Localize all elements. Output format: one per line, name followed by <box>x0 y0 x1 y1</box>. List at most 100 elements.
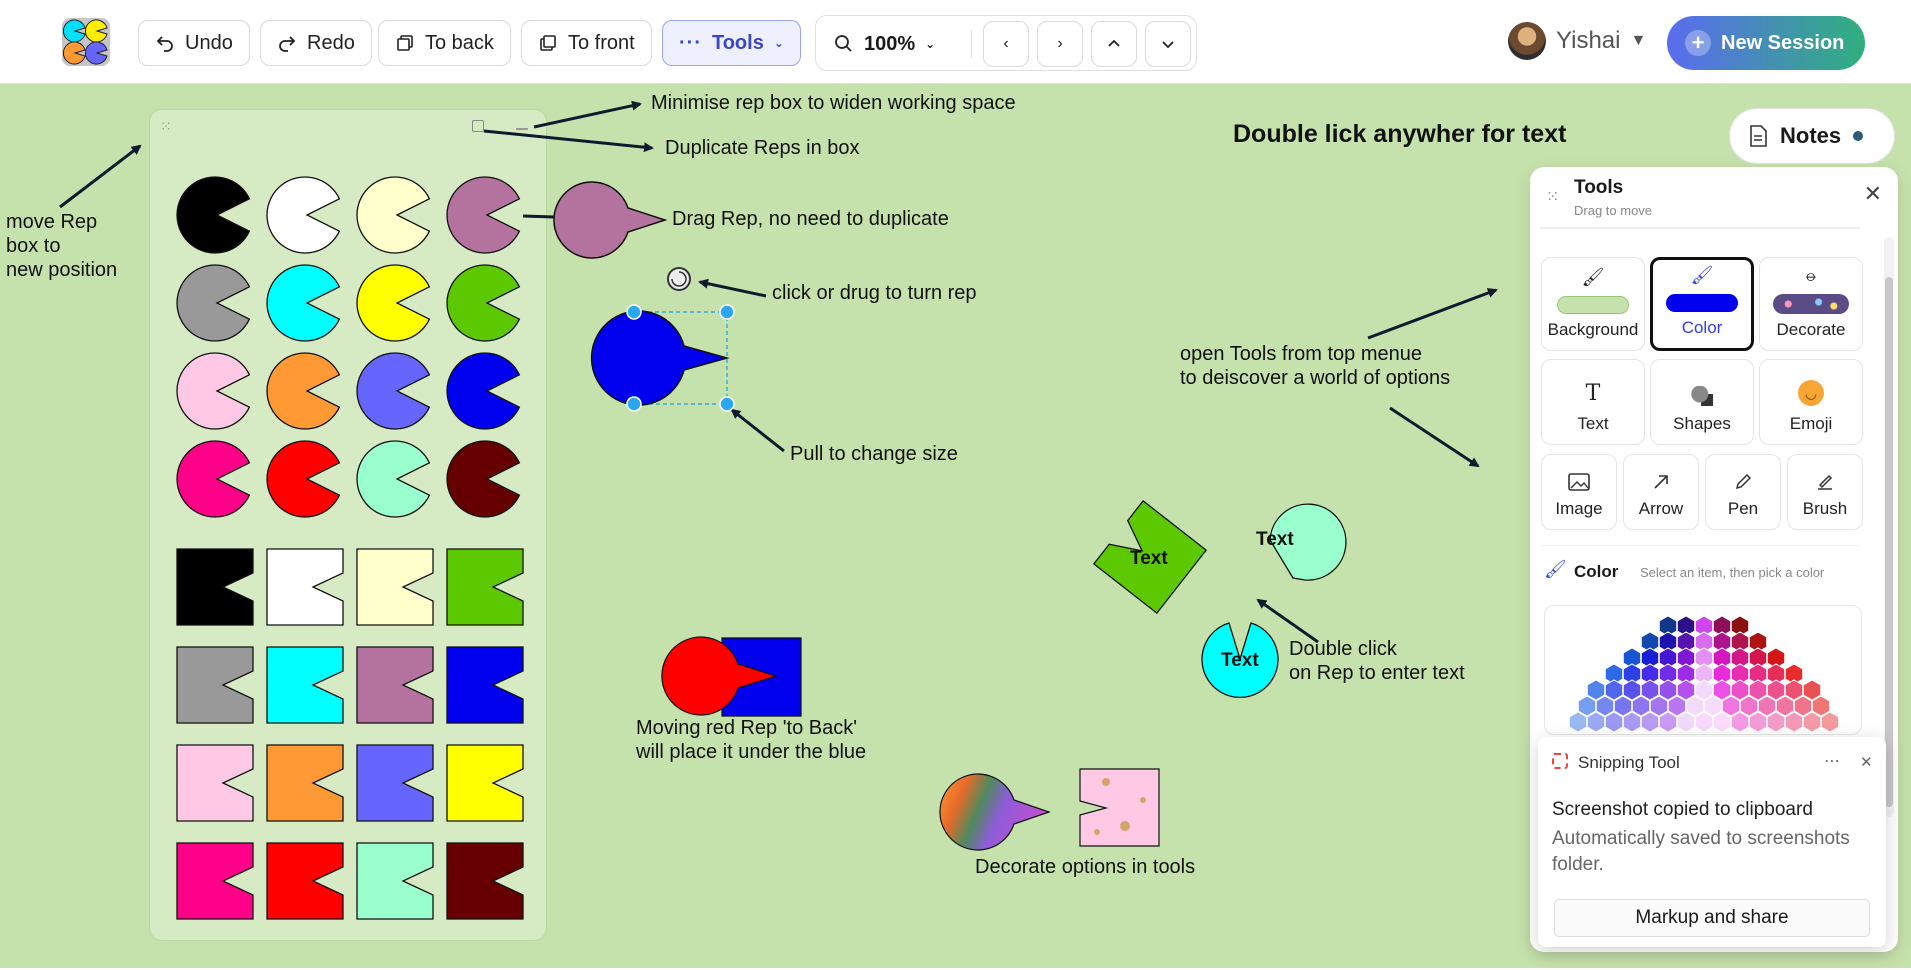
next-button[interactable]: › <box>1037 21 1083 67</box>
panel-scrollbar[interactable] <box>1884 237 1894 817</box>
rep-box[interactable]: ⁙ <box>150 110 546 940</box>
tool-image-label: Image <box>1555 499 1603 518</box>
color-hex[interactable] <box>1748 711 1768 733</box>
minimise-icon[interactable] <box>516 128 528 130</box>
undo-icon <box>156 36 173 52</box>
canvas-heading-text[interactable]: Double lick anywher for text <box>1233 122 1566 147</box>
tools-button[interactable]: ··· Tools ⌄ <box>662 20 801 66</box>
to-front-label: To front <box>568 31 635 54</box>
color-hex[interactable] <box>1568 711 1588 733</box>
tool-image[interactable]: Image <box>1541 454 1617 530</box>
color-hex[interactable] <box>1694 679 1714 701</box>
color-hex[interactable] <box>1640 711 1660 733</box>
more-options-icon[interactable]: ⋯ <box>1824 751 1840 771</box>
color-hex[interactable] <box>1820 711 1840 733</box>
snipping-desc: Automatically saved to screenshots folde… <box>1552 828 1850 875</box>
hint-move-1: move Rep <box>6 211 98 233</box>
color-hex[interactable] <box>1604 711 1624 733</box>
color-hex[interactable] <box>1640 679 1660 701</box>
to-back-button[interactable]: To back <box>378 20 511 66</box>
color-hex[interactable] <box>1811 695 1831 717</box>
tool-shapes[interactable]: Shapes <box>1650 359 1754 445</box>
hex-color-grid[interactable] <box>1545 606 1862 735</box>
tool-arrow[interactable]: Arrow <box>1623 454 1699 530</box>
color-hex[interactable] <box>1712 679 1732 701</box>
tool-emoji[interactable]: ◡ Emoji <box>1759 359 1863 445</box>
color-hex[interactable] <box>1658 711 1678 733</box>
down-button[interactable] <box>1145 21 1191 67</box>
zoom-select[interactable]: 100% ⌄ <box>824 21 945 67</box>
app-logo[interactable] <box>62 18 110 66</box>
color-hex[interactable] <box>1784 711 1804 733</box>
tool-brush-label: Brush <box>1802 499 1848 518</box>
color-hex[interactable] <box>1676 711 1696 733</box>
color-hex[interactable] <box>1748 679 1768 701</box>
color-hex[interactable] <box>1757 695 1777 717</box>
rep-text[interactable]: Text <box>1221 649 1259 673</box>
color-hex[interactable] <box>1631 695 1651 717</box>
color-hex[interactable] <box>1730 679 1750 701</box>
color-hex[interactable] <box>1730 711 1750 733</box>
tool-color[interactable]: 🖌 Color <box>1650 257 1754 351</box>
hint-pull: Pull to change size <box>790 443 958 465</box>
snipping-app-name: Snipping Tool <box>1578 753 1680 772</box>
color-hex[interactable] <box>1703 695 1723 717</box>
color-hex[interactable] <box>1604 679 1624 701</box>
tool-background[interactable]: 🖌 Background <box>1541 257 1645 351</box>
color-hex[interactable] <box>1739 695 1759 717</box>
new-session-button[interactable]: + New Session <box>1667 16 1865 70</box>
undo-button[interactable]: Undo <box>138 20 250 66</box>
color-picker[interactable] <box>1544 605 1862 735</box>
rep-text[interactable]: Text <box>1256 528 1294 552</box>
rep-text[interactable]: Text <box>1130 547 1168 571</box>
tool-brush[interactable]: Brush <box>1787 454 1863 530</box>
color-hex[interactable] <box>1595 695 1615 717</box>
snipping-tool-notification[interactable]: Snipping Tool ⋯ ✕ Screenshot copied to c… <box>1538 737 1886 947</box>
user-menu[interactable]: Yishai ▼ <box>1508 22 1646 60</box>
color-hex[interactable] <box>1694 711 1714 733</box>
color-hex[interactable] <box>1784 679 1804 701</box>
drag-handle-icon[interactable]: ⁙ <box>1546 187 1559 207</box>
color-hex[interactable] <box>1775 695 1795 717</box>
close-icon[interactable]: ✕ <box>1860 753 1873 771</box>
color-hex[interactable] <box>1586 711 1606 733</box>
image-icon <box>1568 473 1590 491</box>
scrollbar-thumb[interactable] <box>1885 277 1893 807</box>
color-hex[interactable] <box>1613 695 1633 717</box>
color-hex[interactable] <box>1622 711 1642 733</box>
tool-pen[interactable]: Pen <box>1705 454 1781 530</box>
drag-handle-icon[interactable]: ⁙ <box>160 118 172 135</box>
tool-text[interactable]: T Text <box>1541 359 1645 445</box>
color-hex[interactable] <box>1649 695 1669 717</box>
color-hex[interactable] <box>1793 695 1813 717</box>
color-hex[interactable] <box>1667 695 1687 717</box>
color-section-hint: Select an item, then pick a color <box>1640 565 1825 580</box>
undo-label: Undo <box>185 31 233 54</box>
tool-pen-label: Pen <box>1727 499 1759 518</box>
color-hex[interactable] <box>1622 679 1642 701</box>
hint-move-3: new position <box>6 259 118 281</box>
to-front-icon <box>540 35 556 51</box>
up-button[interactable] <box>1091 21 1137 67</box>
color-hex[interactable] <box>1766 711 1786 733</box>
color-hex[interactable] <box>1721 695 1741 717</box>
color-hex[interactable] <box>1577 695 1597 717</box>
color-hex[interactable] <box>1658 679 1678 701</box>
markup-share-button[interactable]: Markup and share <box>1554 899 1870 937</box>
duplicate-icon[interactable] <box>472 120 484 132</box>
redo-button[interactable]: Redo <box>260 20 372 66</box>
color-hex[interactable] <box>1586 679 1606 701</box>
color-hex[interactable] <box>1802 711 1822 733</box>
color-hex[interactable] <box>1766 679 1786 701</box>
shapes-icon <box>1691 386 1713 406</box>
prev-button[interactable]: ‹ <box>983 21 1029 67</box>
color-hex[interactable] <box>1685 695 1705 717</box>
color-hex[interactable] <box>1802 679 1822 701</box>
to-front-button[interactable]: To front <box>521 20 652 66</box>
tool-decorate[interactable]: ⦵ Decorate <box>1759 257 1863 351</box>
hint-turn: click or drug to turn rep <box>772 282 977 304</box>
close-icon[interactable]: ✕ <box>1864 181 1882 207</box>
notes-button[interactable]: Notes <box>1729 108 1895 164</box>
color-hex[interactable] <box>1676 679 1696 701</box>
color-hex[interactable] <box>1712 711 1732 733</box>
